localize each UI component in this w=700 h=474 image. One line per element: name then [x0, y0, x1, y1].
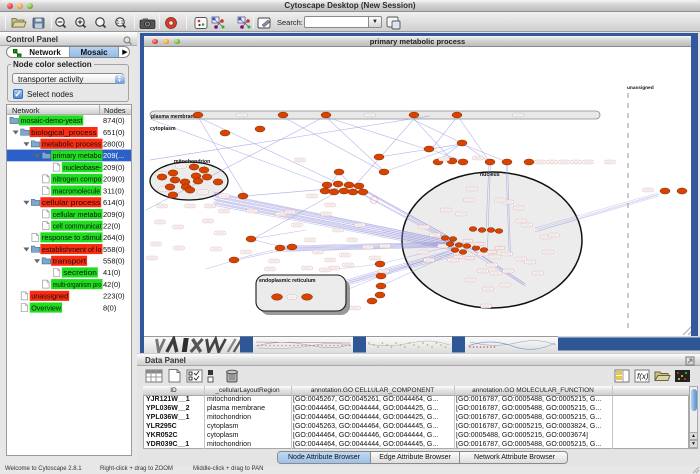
- svg-text:metabolic process: metabolic process: [42, 140, 102, 149]
- svg-text:endoplasmic reticulum: endoplasmic reticulum: [259, 278, 316, 284]
- svg-text:cytoplasm: cytoplasm: [150, 126, 176, 132]
- svg-text:primary metabo: primary metabo: [53, 151, 102, 160]
- svg-text:secretion: secretion: [63, 268, 97, 277]
- svg-text:651(0): 651(0): [103, 128, 125, 137]
- svg-text:mosaic-demo-yeast: mosaic-demo-yeast: [21, 116, 84, 125]
- svg-text:558(0): 558(0): [103, 245, 125, 254]
- svg-text:macromolecule: macromolecule: [53, 186, 101, 195]
- svg-text:transport: transport: [53, 257, 88, 266]
- svg-text:209(0): 209(0): [103, 163, 125, 172]
- svg-text:41(0): 41(0): [103, 268, 121, 277]
- svg-text:1:1: 1:1: [117, 20, 124, 26]
- svg-text:Overview: Overview: [31, 303, 61, 312]
- svg-text:nucleus: nucleus: [480, 172, 500, 178]
- svg-text:209(0): 209(0): [103, 175, 125, 184]
- svg-text:unassigned: unassigned: [627, 85, 654, 91]
- svg-text:f​(x): f​(x): [637, 372, 649, 381]
- svg-text:response to stimul: response to stimul: [42, 233, 102, 242]
- svg-text:multi-organism pro: multi-organism pro: [53, 280, 102, 289]
- svg-text:8(0): 8(0): [103, 303, 117, 312]
- svg-text:614(0): 614(0): [103, 198, 125, 207]
- svg-text:42(0): 42(0): [103, 280, 121, 289]
- svg-text:311(0): 311(0): [103, 186, 125, 195]
- svg-text:cell communicat: cell communicat: [53, 222, 103, 231]
- svg-text:plasma membrane: plasma membrane: [151, 114, 197, 120]
- svg-text:cellular metabo: cellular metabo: [53, 210, 102, 219]
- svg-text:209(0): 209(0): [103, 210, 125, 219]
- svg-text:biological_process: biological_process: [31, 128, 97, 137]
- svg-text:unassigned: unassigned: [31, 292, 68, 301]
- svg-text:establishment of lo: establishment of lo: [42, 245, 102, 254]
- svg-text:nucleobase-: nucleobase-: [63, 163, 102, 172]
- svg-text:22(0): 22(0): [103, 222, 121, 231]
- svg-text:558(0): 558(0): [103, 257, 125, 266]
- svg-text:264(0): 264(0): [103, 233, 125, 242]
- svg-text:cellular process: cellular process: [42, 198, 101, 207]
- svg-text:280(0): 280(0): [103, 140, 125, 149]
- svg-text:209(...: 209(...: [103, 151, 124, 160]
- svg-text:nitrogen compo: nitrogen compo: [53, 175, 102, 184]
- svg-text:223(0): 223(0): [103, 292, 125, 301]
- svg-text:874(0): 874(0): [103, 116, 125, 125]
